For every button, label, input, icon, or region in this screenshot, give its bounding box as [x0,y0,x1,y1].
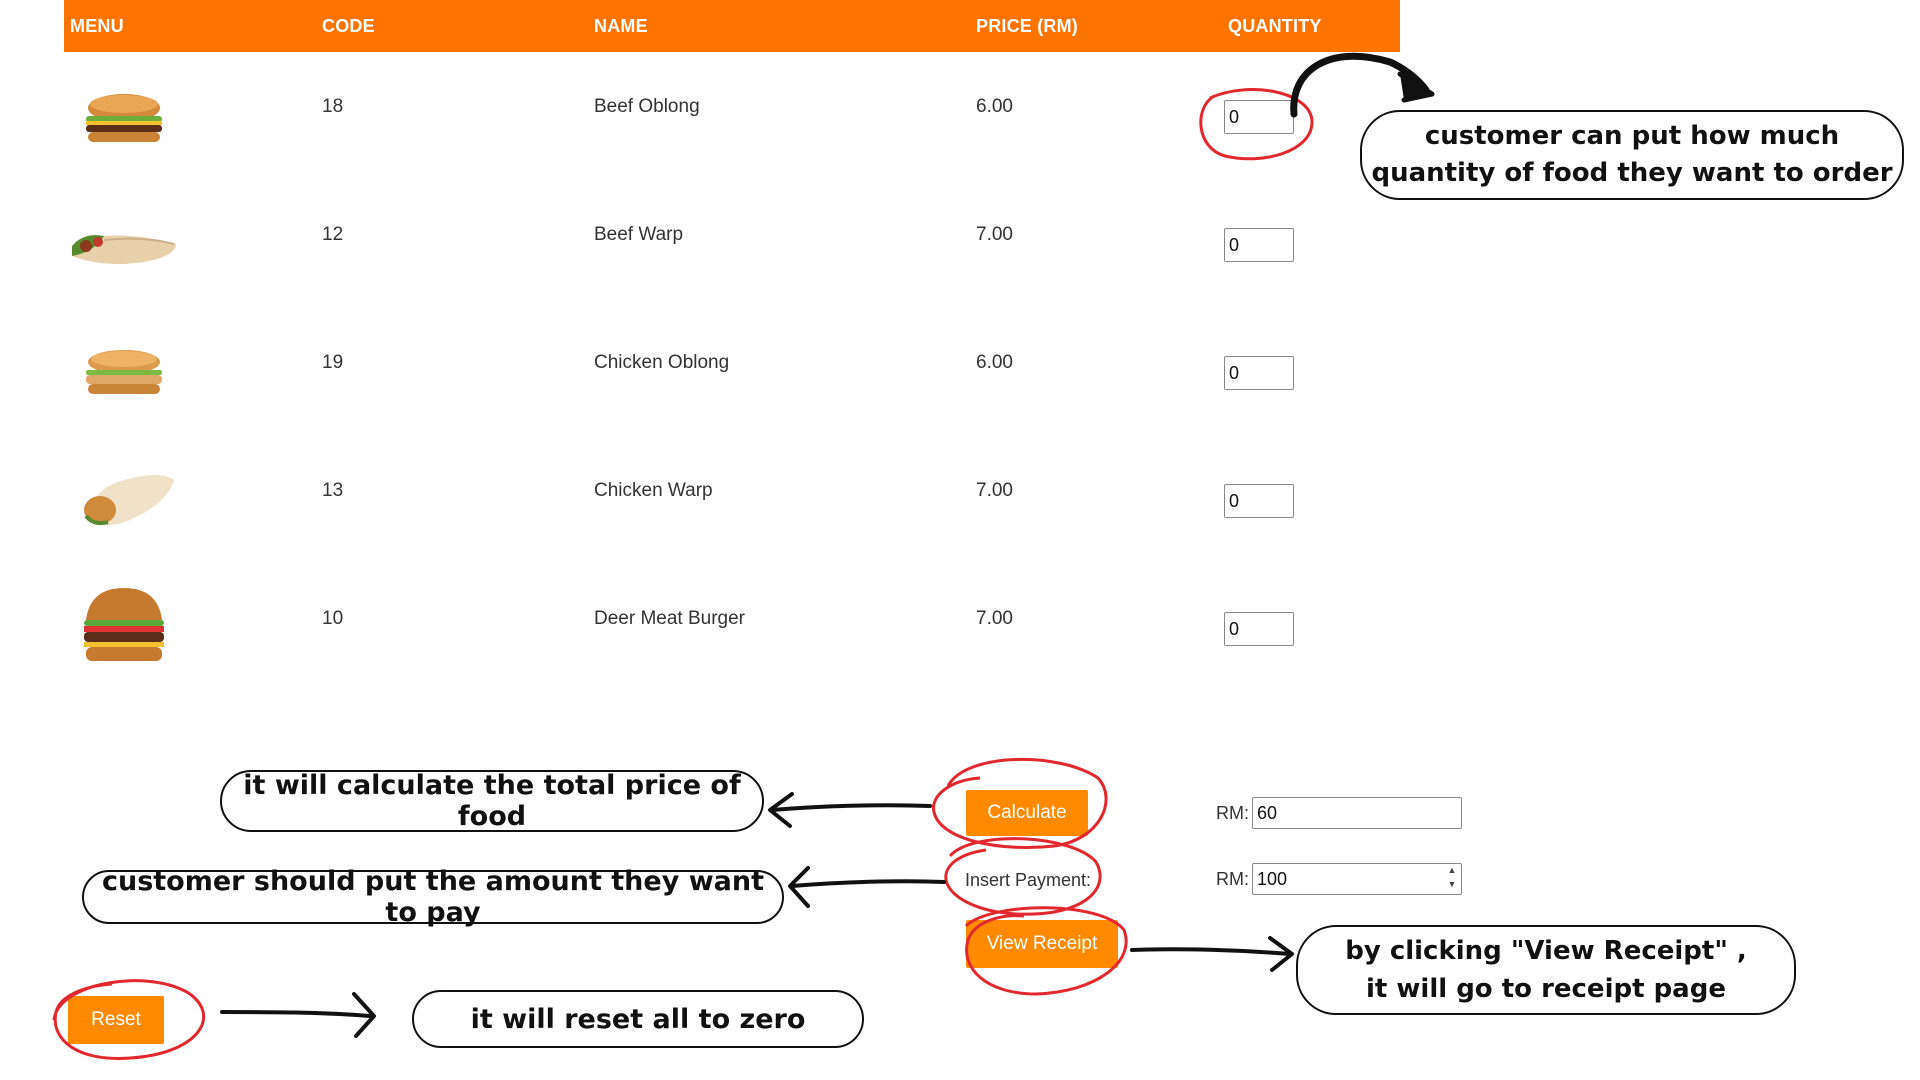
header-price: PRICE (RM) [976,16,1078,36]
insert-payment-label: Insert Payment: [965,870,1092,890]
payment-input[interactable] [1252,863,1462,895]
cell-name: Chicken Oblong [594,352,730,373]
payment-arrow [790,879,946,888]
cell-name: Beef Oblong [594,96,700,117]
header-name: NAME [594,16,648,36]
header-code: CODE [322,16,375,36]
receipt-annotation-line2: it will go to receipt page [1366,974,1726,1004]
wrap-chicken-image [84,475,174,526]
table-row: 12 Beef Warp 7.00 [64,180,1400,308]
total-prefix: RM: [1216,803,1249,823]
receipt-arrow [1130,947,1292,956]
receipt-annotation-line1: by clicking "View Receipt" , [1345,936,1747,966]
quantity-annotation-line2: quantity of food they want to order [1371,158,1893,188]
quantity-input[interactable] [1224,356,1294,390]
cell-price: 6.00 [976,96,1013,117]
header-menu: MENU [70,16,124,36]
quantity-annotation: customer can put how much quantity of fo… [1360,110,1904,200]
receipt-annotation: by clicking "View Receipt" , it will go … [1296,925,1796,1015]
stepper-arrows-icon[interactable]: ▲ ▼ [1445,865,1459,889]
total-price-field[interactable] [1252,797,1462,829]
cell-name: Chicken Warp [594,480,713,501]
cell-code: 10 [322,608,344,629]
cell-code: 13 [322,480,344,501]
reset-annotation: it will reset all to zero [412,990,864,1048]
table-row: 19 Chicken Oblong 6.00 [64,308,1400,436]
table-row: 18 Beef Oblong 6.00 [64,52,1400,180]
reset-button[interactable]: Reset [68,996,164,1044]
payment-prefix: RM: [1216,869,1249,889]
calculate-button[interactable]: Calculate [966,790,1088,836]
quantity-input[interactable] [1224,100,1294,134]
table-header: MENU CODE NAME PRICE (RM) QUANTITY [64,0,1400,52]
cell-code: 12 [322,224,344,245]
burger-oblong-chicken-image [86,350,162,394]
cell-price: 7.00 [976,224,1013,245]
cell-code: 18 [322,96,344,117]
view-receipt-button[interactable]: View Receipt [966,920,1118,968]
table-row: 10 Deer Meat Burger 7.00 [64,564,1400,692]
burger-oblong-beef-image [86,94,162,142]
payment-amount-stepper[interactable]: ▲▼ [1252,863,1462,895]
quantity-input[interactable] [1224,612,1294,646]
payment-annotation: customer should put the amount they want… [82,866,784,928]
cell-code: 19 [322,352,344,373]
cell-price: 6.00 [976,352,1013,373]
calculate-annotation: it will calculate the total price of foo… [220,770,764,832]
quantity-annotation-line1: customer can put how much [1424,121,1840,151]
cell-name: Beef Warp [594,224,684,245]
table-row: 13 Chicken Warp 7.00 [64,436,1400,564]
cell-name: Deer Meat Burger [594,608,746,629]
calculate-arrow [770,803,932,812]
cell-price: 7.00 [976,608,1013,629]
quantity-input[interactable] [1224,484,1294,518]
header-quantity: QUANTITY [1228,16,1322,36]
reset-arrow [220,1010,372,1018]
wrap-beef-image [72,235,176,264]
quantity-input[interactable] [1224,228,1294,262]
burger-deer-image [84,588,164,661]
cell-price: 7.00 [976,480,1013,501]
